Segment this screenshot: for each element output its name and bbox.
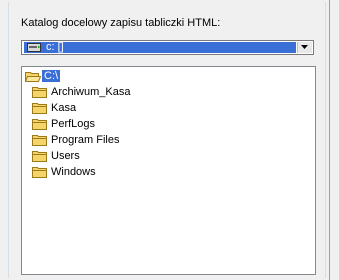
directory-listbox[interactable]: C:\ Archiwum_Kasa Kasa PerfLogs Program …: [21, 66, 316, 275]
target-directory-label: Katalog docelowy zapisu tabliczki HTML:: [21, 17, 221, 29]
directory-item-label: Program Files: [51, 134, 120, 146]
directory-item-label: Kasa: [51, 102, 77, 114]
directory-item[interactable]: Archiwum_Kasa: [22, 85, 315, 101]
directory-item-label: C:\: [42, 70, 61, 82]
open-folder-icon: [24, 70, 42, 86]
directory-item-label: Archiwum_Kasa: [51, 86, 131, 98]
directory-item[interactable]: PerfLogs: [22, 117, 315, 133]
drive-combobox-value: c: []: [46, 41, 64, 53]
directory-item-label: Users: [51, 150, 80, 162]
drive-combobox[interactable]: c: []: [21, 40, 314, 55]
directory-item-label: PerfLogs: [51, 118, 96, 130]
folder-icon: [32, 86, 47, 101]
folder-icon: [32, 134, 47, 149]
directory-item[interactable]: Windows: [22, 165, 315, 181]
directory-item-label: Windows: [51, 166, 96, 178]
drive-combobox-selection: c: []: [24, 41, 296, 55]
drive-icon: [27, 43, 41, 55]
drive-combobox-dropdown-button[interactable]: [297, 42, 312, 53]
folder-icon: [32, 150, 47, 165]
directory-item[interactable]: Kasa: [22, 101, 315, 117]
directory-item[interactable]: Program Files: [22, 133, 315, 149]
chevron-down-icon: [301, 45, 308, 49]
directory-item[interactable]: Users: [22, 149, 315, 165]
folder-icon: [32, 118, 47, 133]
folder-icon: [32, 166, 47, 181]
directory-item-root[interactable]: C:\: [22, 69, 315, 85]
folder-icon: [32, 102, 47, 117]
